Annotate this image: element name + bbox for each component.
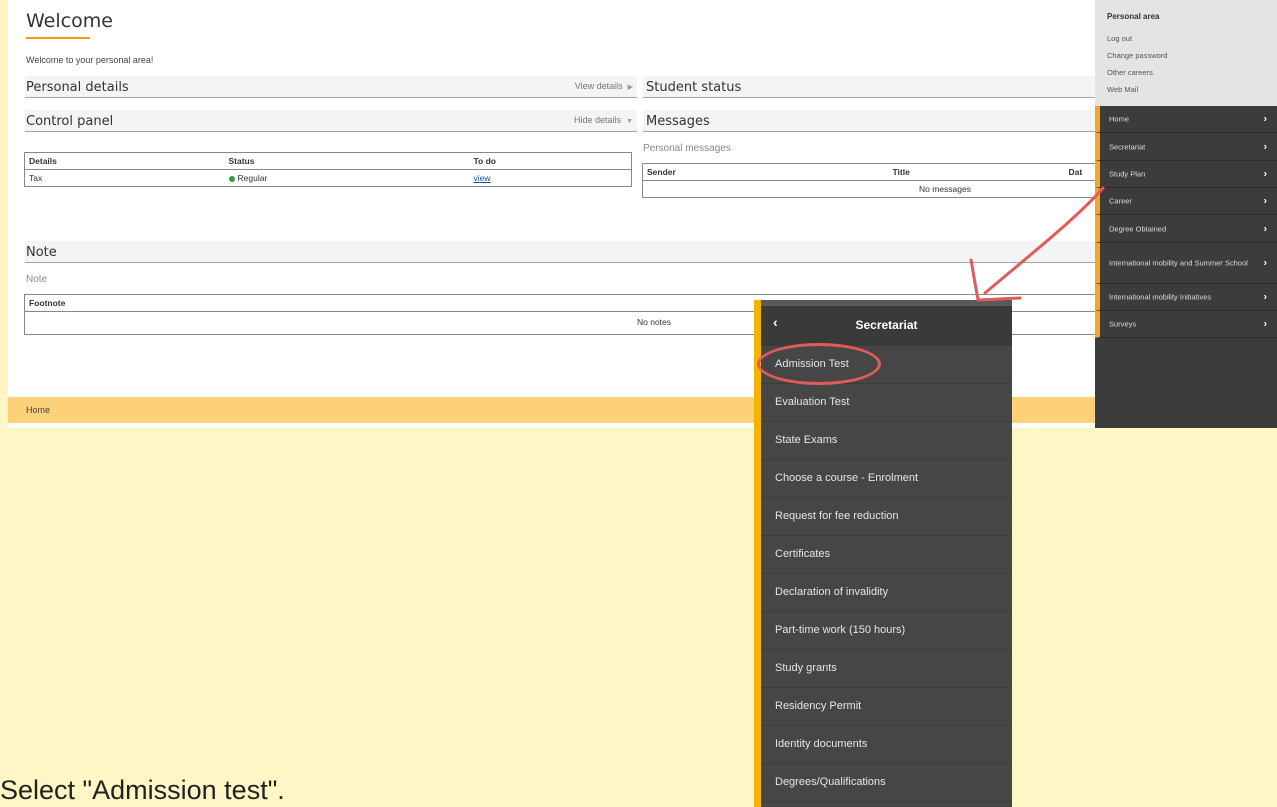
annotation-arrow	[969, 186, 1105, 302]
instruction-caption: Select "Admission test".	[0, 775, 285, 805]
